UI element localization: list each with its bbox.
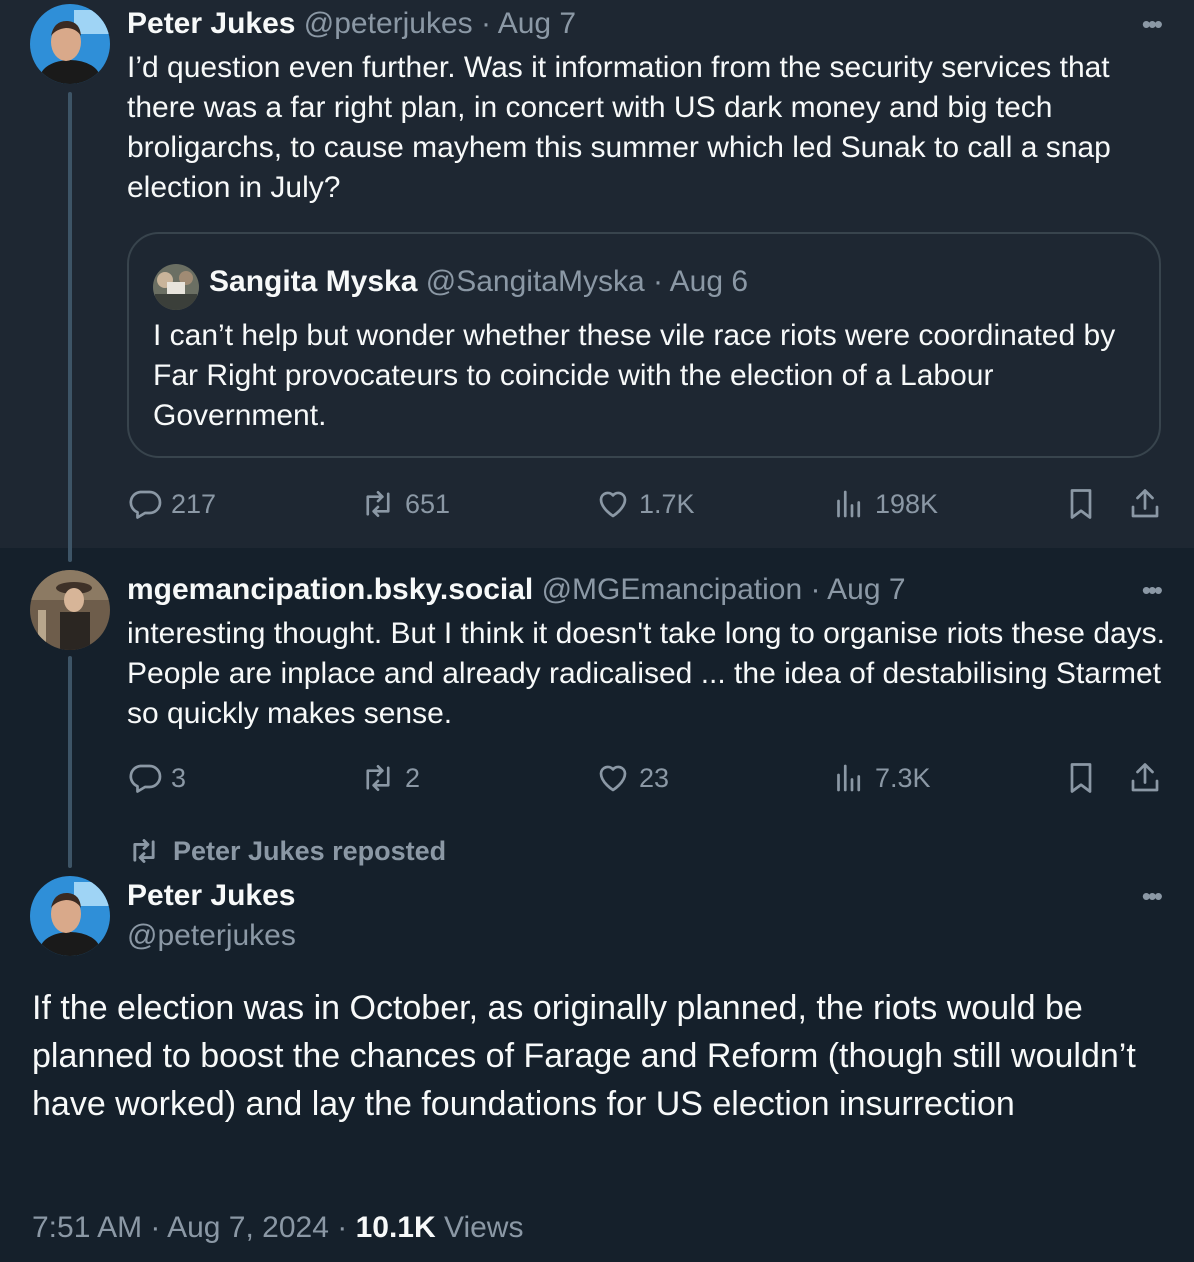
repost-icon (366, 490, 390, 518)
bookmark-button[interactable] (1063, 486, 1107, 522)
main-tweet-text: If the election was in October, as origi… (32, 989, 1136, 1123)
like-count: 1.7K (639, 488, 695, 519)
views-count: 10.1K (355, 1211, 436, 1244)
more-icon[interactable]: ••• (1142, 577, 1163, 603)
quoted-display-name: Sangita Myska (209, 265, 418, 298)
reposted-label: Peter Jukes reposted (173, 835, 447, 866)
quoted-avatar (153, 264, 199, 310)
separator-dot: · (644, 265, 670, 298)
repost-button[interactable]: 651 (359, 486, 450, 522)
user-handle[interactable]: @MGEmancipation (542, 573, 803, 606)
tweet-actions: 217 651 1.7K 198K (127, 486, 1167, 526)
quoted-header: Sangita Myska @SangitaMyska · Aug 6 (209, 264, 748, 300)
quoted-user-handle: @SangitaMyska (425, 265, 645, 298)
more-icon[interactable]: ••• (1142, 883, 1163, 909)
separator-dot: · (142, 1211, 168, 1244)
views-label: Views (435, 1211, 524, 1244)
avatar[interactable] (30, 876, 110, 956)
reply-icon (129, 764, 162, 793)
quoted-date: Aug 6 (669, 265, 749, 298)
view-count: 198K (875, 488, 939, 519)
avatar[interactable] (30, 570, 110, 650)
reply-count: 217 (171, 488, 217, 519)
tweet-time[interactable]: 7:51 AM (32, 1211, 142, 1244)
views-button[interactable]: 198K (831, 486, 938, 522)
bookmark-button[interactable] (1063, 760, 1107, 796)
tweet-metadata: 7:51 AM · Aug 7, 2024 · 10.1K Views (32, 1206, 523, 1250)
tweet-full-date[interactable]: Aug 7, 2024 (167, 1211, 329, 1244)
repost-button[interactable]: 2 (359, 760, 420, 796)
tweet-header: mgemancipation.bsky.social @MGEmancipati… (127, 572, 906, 608)
bookmark-icon (1070, 763, 1092, 793)
tweet-actions: 3 2 23 7.3K (127, 760, 1167, 800)
thread-connector-line (68, 92, 72, 562)
share-icon (1131, 763, 1159, 792)
heart-icon (599, 765, 627, 792)
view-count: 7.3K (875, 762, 931, 793)
repost-icon (133, 839, 155, 863)
like-button[interactable]: 23 (595, 760, 669, 796)
reply-count: 3 (171, 762, 187, 793)
repost-icon (366, 764, 390, 792)
views-button[interactable]: 7.3K (831, 760, 931, 796)
avatar[interactable] (30, 4, 110, 84)
share-button[interactable] (1127, 760, 1171, 796)
tweet-header: Peter Jukes @peterjukes · Aug 7 (127, 6, 576, 42)
more-icon[interactable]: ••• (1142, 11, 1163, 37)
display-name[interactable]: Peter Jukes (127, 7, 295, 40)
separator-dot: · (472, 7, 498, 40)
like-button[interactable]: 1.7K (595, 486, 695, 522)
repost-count: 651 (405, 488, 451, 519)
like-count: 23 (639, 762, 670, 793)
display-name[interactable]: Peter Jukes (127, 878, 295, 914)
repost-count: 2 (405, 762, 421, 793)
heart-icon (599, 491, 627, 518)
display-name[interactable]: mgemancipation.bsky.social (127, 573, 533, 606)
thread-connector-line (68, 656, 72, 868)
user-handle[interactable]: @peterjukes (127, 918, 296, 954)
separator-dot: · (328, 1211, 356, 1244)
share-button[interactable] (1127, 486, 1171, 522)
tweet-date[interactable]: Aug 7 (498, 7, 576, 40)
quoted-text: I can’t help but wonder whether these vi… (153, 319, 1116, 432)
analytics-icon (837, 490, 861, 518)
reply-icon (129, 490, 162, 519)
quoted-tweet[interactable]: Sangita Myska @SangitaMyska · Aug 6 I ca… (127, 232, 1161, 458)
tweet-text: I’d question even further. Was it inform… (127, 51, 1111, 204)
share-icon (1131, 489, 1159, 518)
separator-dot: · (802, 573, 828, 606)
tweet-text: interesting thought. But I think it does… (127, 617, 1166, 730)
reposted-indicator[interactable]: Peter Jukes reposted (127, 835, 446, 867)
user-handle[interactable]: @peterjukes (304, 7, 473, 40)
tweet-date[interactable]: Aug 7 (827, 573, 905, 606)
reply-button[interactable]: 3 (127, 760, 186, 796)
analytics-icon (837, 764, 861, 792)
reply-button[interactable]: 217 (127, 486, 216, 522)
bookmark-icon (1070, 489, 1092, 519)
display-name-text: Peter Jukes (127, 879, 296, 912)
